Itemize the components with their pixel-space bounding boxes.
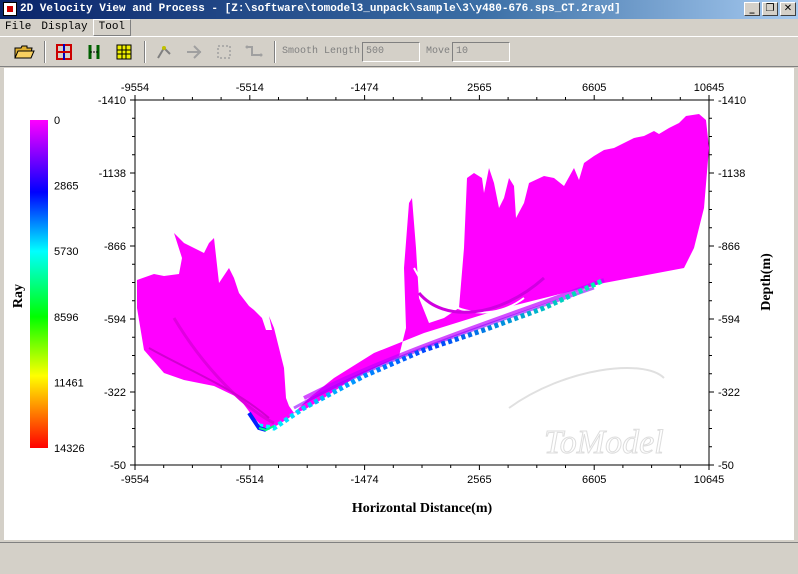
x-tick-label: 10645 <box>694 474 725 486</box>
open-folder-icon[interactable] <box>12 40 36 64</box>
y-axis-title: Depth(m) <box>759 253 774 311</box>
tool-c-icon[interactable] <box>212 40 236 64</box>
y-tick-label: -594 <box>718 314 740 326</box>
window-controls: _ ❐ ✕ <box>744 2 796 16</box>
toolbar-separator <box>144 40 146 63</box>
x-tick-label: -1474 <box>351 474 379 486</box>
menu-bar: File Display Tool <box>0 19 798 36</box>
crosshair-icon[interactable] <box>52 40 76 64</box>
restore-button[interactable]: ❐ <box>762 2 778 16</box>
colorbar-tick-label: 2865 <box>54 181 78 193</box>
colorbar-ticks: 0 2865 5730 8596 11461 14326 <box>54 115 85 455</box>
x-axis-top-ticks: -9554 -5514 -1474 2565 6605 10645 <box>121 82 724 100</box>
colorbar-label: Ray <box>11 284 26 308</box>
app-icon <box>3 2 17 16</box>
x-tick-label: -9554 <box>121 474 149 486</box>
tool-a-icon[interactable] <box>152 40 176 64</box>
grid-icon[interactable] <box>112 40 136 64</box>
minimize-button[interactable]: _ <box>744 2 760 16</box>
y-tick-label: -1138 <box>718 168 745 180</box>
x-tick-label: -1474 <box>351 82 379 94</box>
x-tick-label: -9554 <box>121 82 149 94</box>
y-tick-label: -50 <box>718 460 734 472</box>
y-tick-label: -594 <box>104 314 126 326</box>
colorbar-tick-label: 11461 <box>54 377 84 389</box>
smooth-length-label: Smooth Length <box>282 46 361 57</box>
menu-file[interactable]: File <box>0 19 36 36</box>
window-title: 2D Velocity View and Process - [Z:\softw… <box>20 3 621 15</box>
toolbar-separator <box>274 40 276 63</box>
x-tick-label: 2565 <box>467 474 491 486</box>
x-tick-label: -5514 <box>236 474 264 486</box>
y-tick-label: -322 <box>718 387 740 399</box>
status-bar <box>0 542 798 574</box>
y-tick-label: -50 <box>110 460 126 472</box>
y-tick-label: -866 <box>718 241 740 253</box>
x-tick-label: -5514 <box>236 82 264 94</box>
y-tick-label: -1410 <box>98 95 126 107</box>
menu-display[interactable]: Display <box>36 19 92 36</box>
move-label: Move <box>426 46 451 57</box>
move-input[interactable] <box>452 41 511 62</box>
toolbar-separator <box>44 40 46 63</box>
tool-d-icon[interactable] <box>242 40 266 64</box>
menu-tool[interactable]: Tool <box>92 19 132 36</box>
x-tick-label: 2565 <box>467 82 491 94</box>
colorbar-tick-label: 14326 <box>54 443 85 455</box>
colorbar-tick-label: 0 <box>54 115 60 127</box>
y-axis-left-ticks: -1410 -1138 -866 -594 -322 -50 <box>98 95 135 472</box>
y-tick-label: -1138 <box>99 168 126 180</box>
x-tick-label: 6605 <box>582 474 606 486</box>
plot-area[interactable]: Ray 0 2865 5730 8596 11461 14326 ToModel -955… <box>4 68 794 540</box>
y-tick-label: -866 <box>104 241 126 253</box>
y-tick-label: -322 <box>104 387 126 399</box>
bracket-icon[interactable] <box>82 40 106 64</box>
colorbar-tick-label: 8596 <box>54 312 78 324</box>
x-axis-title: Horizontal Distance(m) <box>352 501 493 516</box>
x-tick-label: 10645 <box>694 82 725 94</box>
x-tick-label: 6605 <box>582 82 606 94</box>
y-tick-label: -1410 <box>718 95 746 107</box>
tool-b-icon[interactable] <box>182 40 206 64</box>
colorbar <box>30 120 48 448</box>
smooth-length-input[interactable] <box>362 41 421 62</box>
watermark: ToModel <box>544 424 664 461</box>
toolbar: Smooth Length Move <box>0 36 798 67</box>
close-button[interactable]: ✕ <box>780 2 796 16</box>
ray-density-plot[interactable]: Ray 0 2865 5730 8596 11461 14326 ToModel -955… <box>4 68 794 540</box>
y-axis-right-ticks: -1410 -1138 -866 -594 -322 -50 <box>709 95 746 472</box>
title-bar: 2D Velocity View and Process - [Z:\softw… <box>0 0 798 19</box>
x-axis-bottom-ticks: -9554 -5514 -1474 2565 6605 10645 <box>121 465 724 486</box>
colorbar-tick-label: 5730 <box>54 246 78 258</box>
